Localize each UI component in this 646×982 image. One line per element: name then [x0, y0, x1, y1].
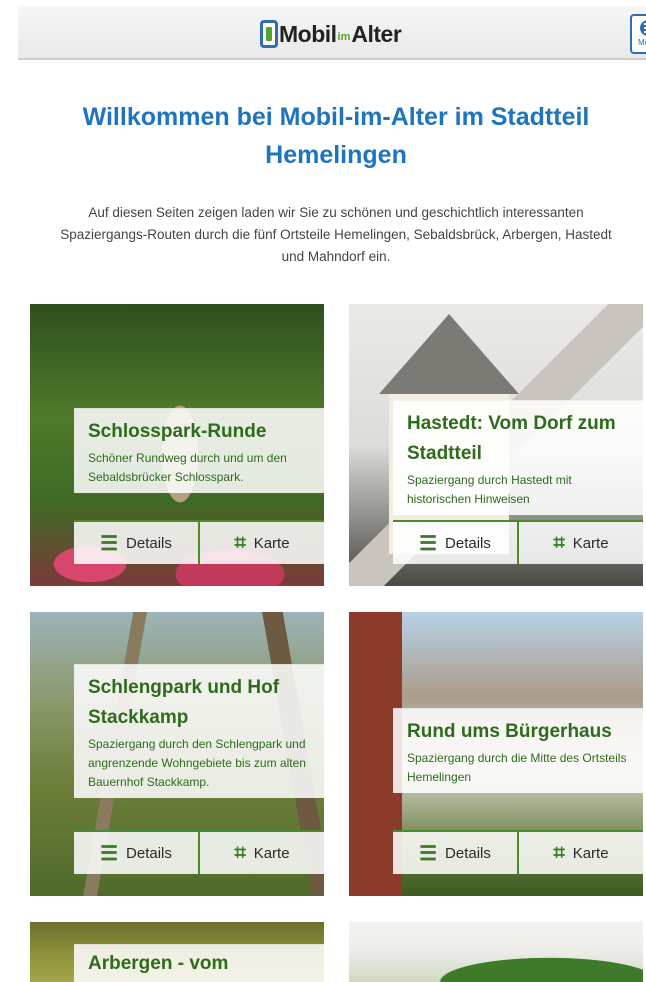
logo-text-im: im [337, 31, 351, 43]
menu-button[interactable]: Menu [630, 14, 646, 54]
map-icon: ⌗ [234, 841, 246, 864]
route-overlay: Arbergen - vom [74, 944, 324, 982]
details-label: Details [126, 534, 172, 552]
details-button[interactable]: ☰ Details [74, 832, 198, 874]
menu-label: Menu [637, 38, 646, 47]
route-card-schlosspark[interactable]: Schlosspark-Runde Schöner Rundweg durch … [30, 304, 324, 586]
route-actions: ☰ Details ⌗ Karte [74, 830, 324, 874]
route-actions: ☰ Details ⌗ Karte [393, 520, 643, 564]
map-label: Karte [572, 534, 609, 552]
map-label: Karte [253, 534, 290, 552]
phone-logo-icon [260, 20, 278, 48]
route-overlay: Hastedt: Vom Dorf zum Stadtteil Spazierg… [393, 400, 643, 515]
list-icon: ☰ [100, 532, 119, 555]
route-title[interactable]: Arbergen - vom [74, 945, 324, 979]
route-title[interactable]: Schlosspark-Runde [74, 409, 324, 447]
route-title[interactable]: Hastedt: Vom Dorf zum Stadtteil [393, 401, 643, 469]
route-card-buergerhaus[interactable]: Rund ums Bürgerhaus Spaziergang durch di… [349, 612, 643, 896]
map-label: Karte [572, 844, 609, 862]
list-icon: ☰ [419, 842, 438, 865]
map-button[interactable]: ⌗ Karte [517, 522, 643, 564]
map-label: Karte [253, 844, 290, 862]
route-description: Spaziergang durch Hastedt mit historisch… [407, 473, 572, 506]
route-title[interactable]: Rund ums Bürgerhaus [393, 709, 643, 747]
details-button[interactable]: ☰ Details [393, 832, 517, 874]
menu-icon [640, 20, 646, 36]
map-button[interactable]: ⌗ Karte [517, 832, 643, 874]
list-icon: ☰ [100, 842, 119, 865]
map-button[interactable]: ⌗ Karte [198, 832, 324, 874]
route-actions: ☰ Details ⌗ Karte [74, 520, 324, 564]
route-actions: ☰ Details ⌗ Karte [393, 830, 643, 874]
logo-text-alter: Alter [351, 20, 402, 47]
site-logo[interactable]: Mobil im Alter [260, 18, 402, 50]
house-roof [379, 314, 519, 394]
route-card-arbergen[interactable]: Arbergen - vom [30, 922, 324, 982]
route-card-hastedt[interactable]: Hastedt: Vom Dorf zum Stadtteil Spazierg… [349, 304, 643, 586]
route-card-mahndorf[interactable] [349, 922, 643, 982]
map-icon: ⌗ [234, 531, 246, 554]
route-description: Spaziergang durch die Mitte des Ortsteil… [407, 751, 627, 784]
route-description: Spaziergang durch den Schlengpark und an… [88, 737, 306, 789]
map-icon: ⌗ [553, 841, 565, 864]
logo-text-mobil: Mobil [279, 20, 337, 47]
intro-text: Auf diesen Seiten zeigen laden wir Sie z… [60, 205, 612, 264]
details-label: Details [126, 844, 172, 862]
map-button[interactable]: ⌗ Karte [198, 522, 324, 564]
route-overlay: Schlengpark und Hof Stackkamp Spaziergan… [74, 664, 324, 798]
route-overlay: Schlosspark-Runde Schöner Rundweg durch … [74, 408, 324, 493]
details-button[interactable]: ☰ Details [393, 522, 517, 564]
route-photo [349, 922, 643, 982]
map-icon: ⌗ [553, 531, 565, 554]
list-icon: ☰ [419, 532, 438, 555]
site-header: Mobil im Alter Menu [18, 6, 646, 60]
route-card-schlengpark[interactable]: Schlengpark und Hof Stackkamp Spaziergan… [30, 612, 324, 896]
page-title: Willkommen bei Mobil-im-Alter im Stadtte… [82, 103, 590, 169]
route-overlay: Rund ums Bürgerhaus Spaziergang durch di… [393, 708, 643, 793]
details-button[interactable]: ☰ Details [74, 522, 198, 564]
details-label: Details [445, 844, 491, 862]
details-label: Details [445, 534, 491, 552]
route-title[interactable]: Schlengpark und Hof Stackkamp [74, 665, 324, 733]
route-description: Schöner Rundweg durch und um den Sebalds… [88, 451, 287, 484]
